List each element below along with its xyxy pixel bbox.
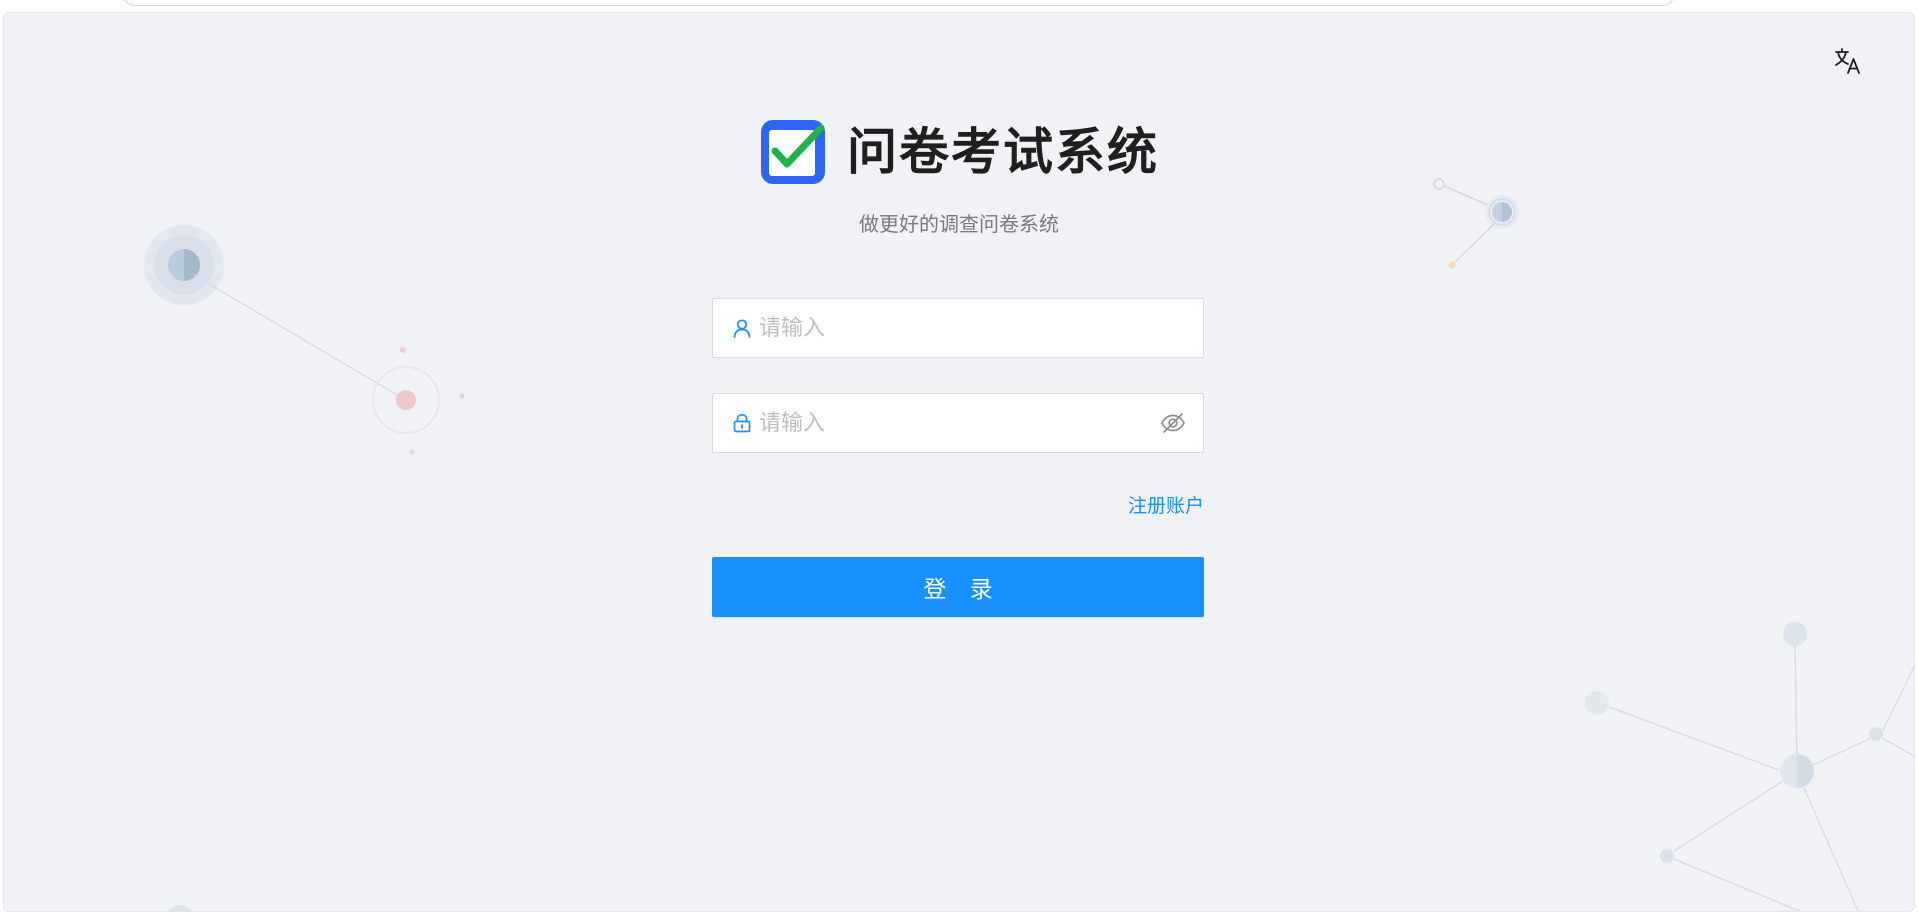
app-subtitle: 做更好的调查问卷系统 [859, 212, 1059, 236]
username-input[interactable] [759, 315, 1203, 341]
app-header: 问卷考试系统 [0, 118, 1918, 186]
login-button[interactable]: 登 录 [712, 557, 1204, 617]
username-field[interactable] [712, 298, 1204, 358]
password-field[interactable] [712, 393, 1204, 453]
eye-invisible-icon[interactable] [1159, 409, 1187, 437]
browser-address-bar-edge [122, 0, 1675, 6]
user-icon [731, 317, 753, 339]
checkbox-logo-icon [761, 120, 825, 184]
password-input[interactable] [759, 410, 1159, 436]
register-link[interactable]: 注册账户 [1100, 491, 1204, 518]
translate-icon[interactable] [1833, 46, 1863, 76]
lock-icon [731, 412, 753, 434]
app-title: 问卷考试系统 [847, 123, 1159, 181]
